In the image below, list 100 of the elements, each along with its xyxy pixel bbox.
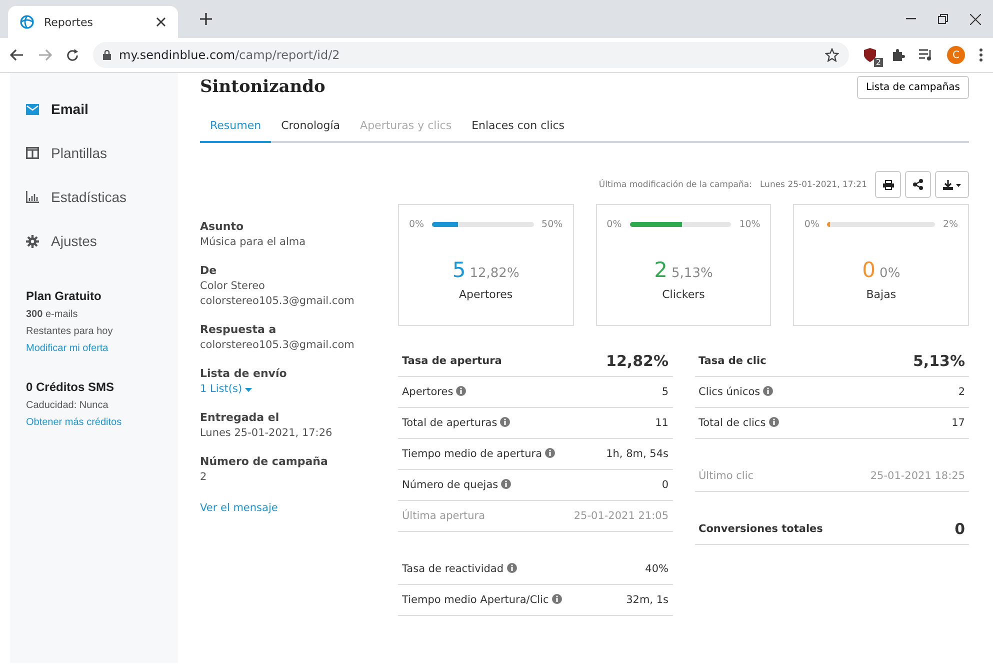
stat-label: Apertores [402, 386, 466, 398]
download-button[interactable] [935, 171, 969, 198]
playlist-icon[interactable] [919, 49, 933, 61]
detail-value: Color Stereo [200, 280, 266, 292]
printer-icon [882, 180, 894, 190]
detail-value: Lunes 25-01-2021, 17:26 [200, 427, 334, 439]
gear-icon [26, 234, 39, 248]
scale-min: 0% [606, 219, 622, 230]
stat-label: Último clic [698, 470, 754, 482]
stat-value: 5 [662, 386, 668, 398]
columns-icon [26, 147, 39, 159]
restore-icon[interactable] [938, 14, 948, 24]
more-menu-icon[interactable] [979, 48, 983, 62]
detail-value: Música para el alma [200, 236, 307, 248]
stat-label: Número de quejas [402, 479, 512, 491]
quota-note: Restantes para hoy [26, 326, 114, 337]
campaign-title: Sintonizando [200, 77, 326, 97]
info-icon[interactable] [545, 448, 556, 458]
stat-percent: 12,82% [470, 266, 520, 281]
plan-title: Plan Gratuito [26, 289, 102, 303]
detail-label: De [200, 264, 218, 277]
tab-title: Reportes [44, 16, 94, 28]
info-icon[interactable] [763, 386, 774, 396]
download-icon [943, 180, 961, 190]
close-icon[interactable] [156, 17, 166, 27]
stat-value: 2 [958, 386, 965, 398]
stat-label: Total de aperturas [402, 417, 510, 429]
stat-percent: 0% [880, 266, 900, 281]
stat-value: 0 [954, 520, 965, 538]
stat-label: Tiempo medio Apertura/Clic [402, 594, 562, 606]
stat-value: 0 [662, 479, 668, 491]
stat-label: Tiempo medio de apertura [402, 448, 556, 460]
email-quota: 300 e-mails [26, 309, 79, 320]
stat-label: Total de clics [698, 417, 779, 429]
sms-credits-title: 0 Créditos SMS [26, 380, 116, 394]
scale-max: 50% [542, 219, 563, 230]
info-icon[interactable] [506, 563, 516, 573]
scale-max: 2% [942, 219, 958, 230]
info-icon[interactable] [768, 417, 779, 427]
detail-value: colorstereo105.3@gmail.com [200, 339, 356, 351]
shield-icon[interactable] [863, 47, 877, 63]
stat-value: 5,13% [912, 352, 965, 370]
stat-value: 11 [655, 417, 668, 429]
campaign-list-button[interactable]: Lista de campañas [857, 76, 969, 98]
detail-label: Número de campaña [200, 455, 329, 468]
sidebar-item[interactable]: Plantillas [26, 131, 178, 175]
scale-min: 0% [409, 219, 424, 230]
stat-label: Apertores [459, 288, 513, 301]
stat-label: Tasa de apertura [402, 355, 502, 367]
stat-count: 2 [654, 258, 668, 282]
stat-value: 40% [645, 563, 668, 575]
report-tab[interactable]: Enlaces con clics [462, 111, 575, 143]
info-icon[interactable] [501, 479, 512, 489]
detail-label: Respuesta a [200, 323, 278, 336]
address-field[interactable]: my.sendinblue.com/camp/report/id/2 [93, 42, 849, 68]
browser-tab[interactable]: Reportes [8, 6, 178, 38]
sidebar-item[interactable]: Estadísticas [26, 175, 178, 219]
detail-value: 2 [200, 471, 208, 483]
stat-value: 17 [952, 417, 965, 429]
new-tab-icon[interactable] [200, 13, 212, 25]
detail-label: Lista de envío [200, 367, 288, 380]
star-icon[interactable] [825, 48, 839, 62]
stat-label: Tasa de clic [698, 355, 766, 367]
stat-value: 32m, 1s [626, 594, 668, 606]
detail-value: colorstereo105.3@gmail.com [200, 295, 356, 307]
lock-icon [103, 50, 111, 60]
stat-value: 25-01-2021 21:05 [574, 510, 668, 522]
print-button[interactable] [875, 171, 901, 198]
stat-value: 1h, 8m, 54s [606, 448, 668, 460]
stat-count: 5 [452, 258, 466, 282]
scale-max: 10% [739, 219, 760, 230]
share-button[interactable] [905, 171, 931, 198]
detail-label: Entregada el [200, 411, 280, 424]
stat-label: Bajas [866, 288, 896, 301]
bar-chart-icon [26, 191, 39, 203]
sidebar-item[interactable]: Email [26, 87, 178, 131]
info-icon[interactable] [500, 417, 510, 427]
scale-min: 0% [804, 219, 820, 230]
info-icon[interactable] [552, 594, 562, 604]
minimize-icon[interactable] [906, 18, 916, 20]
reload-icon[interactable] [66, 48, 79, 62]
stat-value: 25-01-2021 18:25 [870, 470, 965, 482]
stat-percent: 5,13% [672, 266, 713, 281]
back-arrow-icon[interactable] [10, 49, 24, 61]
stat-label: Clickers [662, 288, 705, 301]
close-icon[interactable] [970, 14, 981, 24]
extension-badge: 2 [874, 58, 883, 67]
last-modified-label: Última modificación de la campaña: [598, 180, 752, 190]
stat-label: Última apertura [402, 510, 486, 522]
sidebar-item[interactable]: Ajustes [26, 219, 178, 263]
stat-label: Conversiones totales [698, 523, 823, 535]
info-icon[interactable] [456, 386, 466, 396]
stat-label: Tasa de reactividad [402, 563, 516, 575]
expiry-note: Caducidad: Nunca [26, 400, 110, 411]
stat-label: Clics únicos [698, 386, 774, 398]
report-tab[interactable]: Cronología [271, 111, 350, 143]
puzzle-icon[interactable] [891, 48, 905, 62]
detail-label: Asunto [200, 220, 245, 233]
stat-count: 0 [862, 258, 876, 282]
stat-value: 12,82% [606, 352, 668, 370]
